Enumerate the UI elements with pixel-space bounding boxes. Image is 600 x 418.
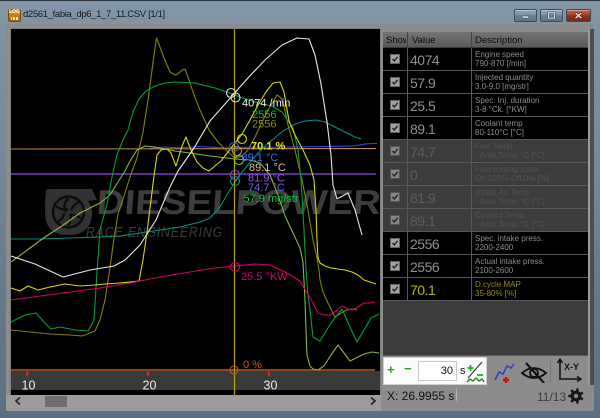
svg-text:25.5 °KW: 25.5 °KW xyxy=(241,271,288,283)
svg-text:70.1 %: 70.1 % xyxy=(251,141,285,153)
svg-text:57.9 mg/str: 57.9 mg/str xyxy=(244,193,299,205)
svg-text:0 %: 0 % xyxy=(243,359,262,371)
svg-text:30: 30 xyxy=(264,379,278,393)
svg-text:20: 20 xyxy=(143,379,157,393)
svg-text:4074 /min: 4074 /min xyxy=(242,98,290,110)
svg-text:X-Y: X-Y xyxy=(564,362,579,372)
svg-text:2556: 2556 xyxy=(252,119,276,131)
svg-text:RACE ENGINEERING: RACE ENGINEERING xyxy=(86,225,223,241)
svg-text:DIESELPOWER: DIESELPOWER xyxy=(96,184,380,222)
svg-text:10: 10 xyxy=(22,379,36,393)
